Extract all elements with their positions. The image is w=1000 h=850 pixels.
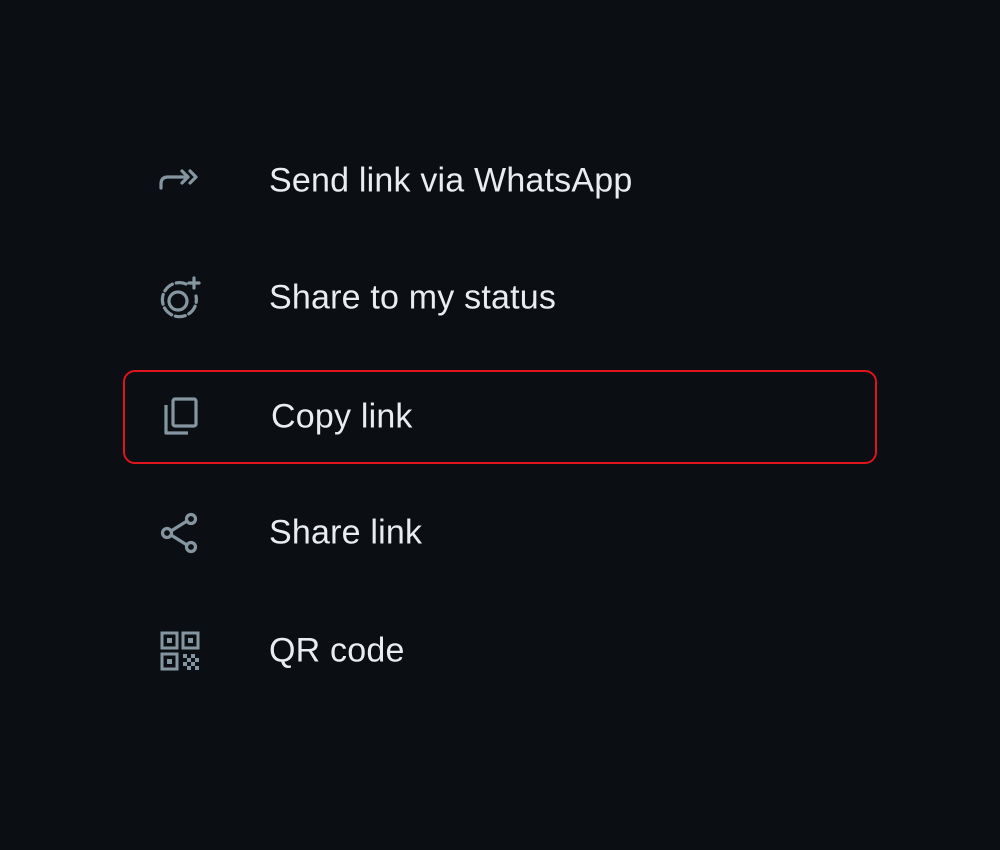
share-to-status-item[interactable]: Share to my status xyxy=(123,251,877,345)
qr-code-icon xyxy=(158,629,202,673)
forward-arrow-icon xyxy=(158,159,202,203)
send-link-label: Send link via WhatsApp xyxy=(269,161,633,200)
send-link-via-whatsapp-item[interactable]: Send link via WhatsApp xyxy=(123,134,877,228)
share-link-item[interactable]: Share link xyxy=(123,486,877,580)
status-add-icon xyxy=(158,276,202,320)
copy-icon xyxy=(160,395,204,439)
copy-link-label: Copy link xyxy=(271,397,413,436)
share-link-sheet: Send link via WhatsApp Share to my statu… xyxy=(0,0,1000,850)
qr-code-label: QR code xyxy=(269,631,405,670)
share-icon xyxy=(158,511,202,555)
qr-code-item[interactable]: QR code xyxy=(123,604,877,698)
copy-link-item[interactable]: Copy link xyxy=(123,370,877,464)
share-link-label: Share link xyxy=(269,513,423,552)
share-to-status-label: Share to my status xyxy=(269,278,557,317)
